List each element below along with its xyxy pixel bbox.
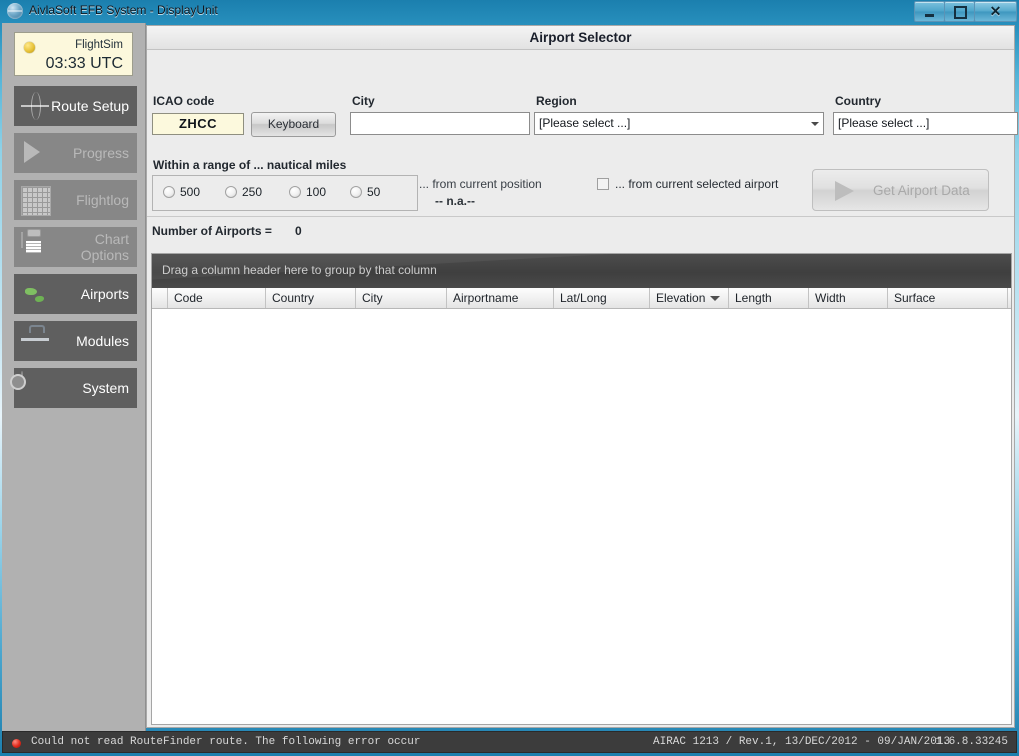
range-option-label: 500: [180, 185, 201, 199]
sort-descending-icon: [710, 296, 720, 301]
keyboard-button[interactable]: Keyboard: [251, 112, 336, 137]
sidebar-item-label: Airports: [80, 286, 129, 302]
page-title: Airport Selector: [147, 26, 1014, 50]
column-header-code[interactable]: Code: [168, 288, 266, 308]
maximize-icon: [945, 2, 974, 21]
get-airport-data-label: Get Airport Data: [873, 183, 970, 198]
status-message: Could not read RouteFinder route. The fo…: [31, 736, 421, 748]
airport-count-value: 0: [295, 224, 302, 238]
group-by-panel[interactable]: Drag a column header here to group by th…: [152, 254, 1011, 288]
column-header-length[interactable]: Length: [729, 288, 809, 308]
range-option-250[interactable]: 250: [225, 185, 262, 199]
range-option-50[interactable]: 50: [350, 185, 380, 199]
from-selected-airport-checkbox[interactable]: ... from current selected airport: [597, 177, 778, 191]
radio-icon: [225, 186, 237, 198]
from-selected-airport-label: ... from current selected airport: [615, 177, 779, 191]
airport-selector-form: ICAO code City Region Country ZHCC Keybo…: [147, 51, 1018, 217]
clock-time: 03:33 UTC: [45, 55, 123, 72]
airac-cycle-info: AIRAC 1213 / Rev.1, 13/DEC/2012 - 09/JAN…: [653, 736, 951, 748]
from-current-position-value: -- n.a.--: [435, 194, 475, 208]
column-header-elevation-label: Elevation: [656, 291, 706, 305]
region-select-value: [Please select ...]: [539, 116, 631, 130]
column-header-surface[interactable]: Surface: [888, 288, 1008, 308]
column-header-latlong[interactable]: Lat/Long: [554, 288, 650, 308]
sidebar-item-modules[interactable]: Modules: [14, 321, 137, 361]
sidebar-item-flightlog[interactable]: Flightlog: [14, 180, 137, 220]
window-title-bar[interactable]: AivlaSoft EFB System - DisplayUnit ✕: [0, 0, 1019, 22]
main-panel: Airport Selector ICAO code City Region C…: [146, 25, 1018, 728]
sidebar-item-label: Progress: [72, 145, 129, 161]
minimize-icon: [915, 2, 944, 21]
sidebar-item-label: System: [82, 380, 129, 396]
sidebar-item-label: Chart Options: [80, 231, 129, 263]
grid-column-header-row: Code Country City Airportname Lat/Long E…: [152, 288, 1011, 309]
close-button[interactable]: ✕: [974, 1, 1017, 22]
play-arrow-icon: [835, 181, 854, 201]
range-option-label: 100: [306, 185, 327, 199]
sidebar-item-system[interactable]: System: [14, 368, 137, 408]
column-header-elevation[interactable]: Elevation: [650, 288, 729, 308]
radio-icon: [163, 186, 175, 198]
sidebar: FlightSim 03:33 UTC Route Setup Progress…: [2, 23, 146, 731]
group-by-hint: Drag a column header here to group by th…: [162, 263, 437, 277]
range-option-100[interactable]: 100: [289, 185, 326, 199]
play-icon: [24, 141, 40, 163]
grid-icon: [21, 186, 51, 216]
sidebar-item-label: Flightlog: [76, 192, 129, 208]
flightsim-clock: FlightSim 03:33 UTC: [14, 32, 133, 76]
app-globe-icon: [7, 3, 23, 19]
icao-code-input[interactable]: ZHCC: [152, 113, 244, 135]
column-header-airportname[interactable]: Airportname: [447, 288, 554, 308]
region-label: Region: [536, 94, 577, 108]
get-airport-data-button[interactable]: Get Airport Data: [812, 169, 989, 211]
sidebar-item-label: Route Setup: [51, 98, 129, 114]
database-icon: [21, 371, 23, 387]
range-option-label: 50: [367, 185, 381, 199]
icao-code-label: ICAO code: [153, 94, 215, 108]
row-indicator-column: [152, 288, 168, 308]
sidebar-item-airports[interactable]: Airports: [14, 274, 137, 314]
sidebar-item-progress[interactable]: Progress: [14, 133, 137, 173]
sidebar-item-route-setup[interactable]: Route Setup: [14, 86, 137, 126]
from-current-position-label: ... from current position: [419, 177, 542, 191]
app-version: 1.6.8.33245: [935, 736, 1008, 748]
sidebar-item-chart-options[interactable]: Chart Options: [14, 227, 137, 267]
close-icon: ✕: [989, 3, 1002, 19]
column-header-city[interactable]: City: [356, 288, 447, 308]
radio-icon: [350, 186, 362, 198]
country-select-value: [Please select ...]: [838, 116, 930, 130]
minimize-button[interactable]: [914, 1, 945, 22]
range-option-500[interactable]: 500: [163, 185, 200, 199]
airport-count-label: Number of Airports =: [152, 224, 272, 238]
checkbox-icon: [597, 178, 609, 190]
sidebar-item-label: Modules: [76, 333, 129, 349]
error-led-icon: [12, 739, 21, 748]
window-title: AivlaSoft EFB System - DisplayUnit: [29, 3, 218, 17]
radio-icon: [289, 186, 301, 198]
maximize-button[interactable]: [944, 1, 975, 22]
column-header-country[interactable]: Country: [266, 288, 356, 308]
city-input[interactable]: [350, 112, 530, 135]
grid-rows-container[interactable]: 飞行者联盟 China Flier: [152, 309, 1011, 724]
country-label: Country: [835, 94, 881, 108]
clipboard-icon: [21, 232, 23, 248]
column-header-width[interactable]: Width: [809, 288, 888, 308]
clock-source-label: FlightSim: [75, 39, 123, 51]
airports-grid: Drag a column header here to group by th…: [151, 253, 1012, 725]
region-select[interactable]: [Please select ...]: [534, 112, 824, 135]
country-select[interactable]: [Please select ...]: [833, 112, 1018, 135]
range-label: Within a range of ... nautical miles: [153, 158, 347, 172]
range-radio-group: 500 250 100 50: [152, 175, 418, 211]
status-bar: Could not read RouteFinder route. The fo…: [2, 731, 1017, 753]
city-label: City: [352, 94, 375, 108]
range-option-label: 250: [242, 185, 263, 199]
chevron-down-icon: [811, 122, 819, 126]
